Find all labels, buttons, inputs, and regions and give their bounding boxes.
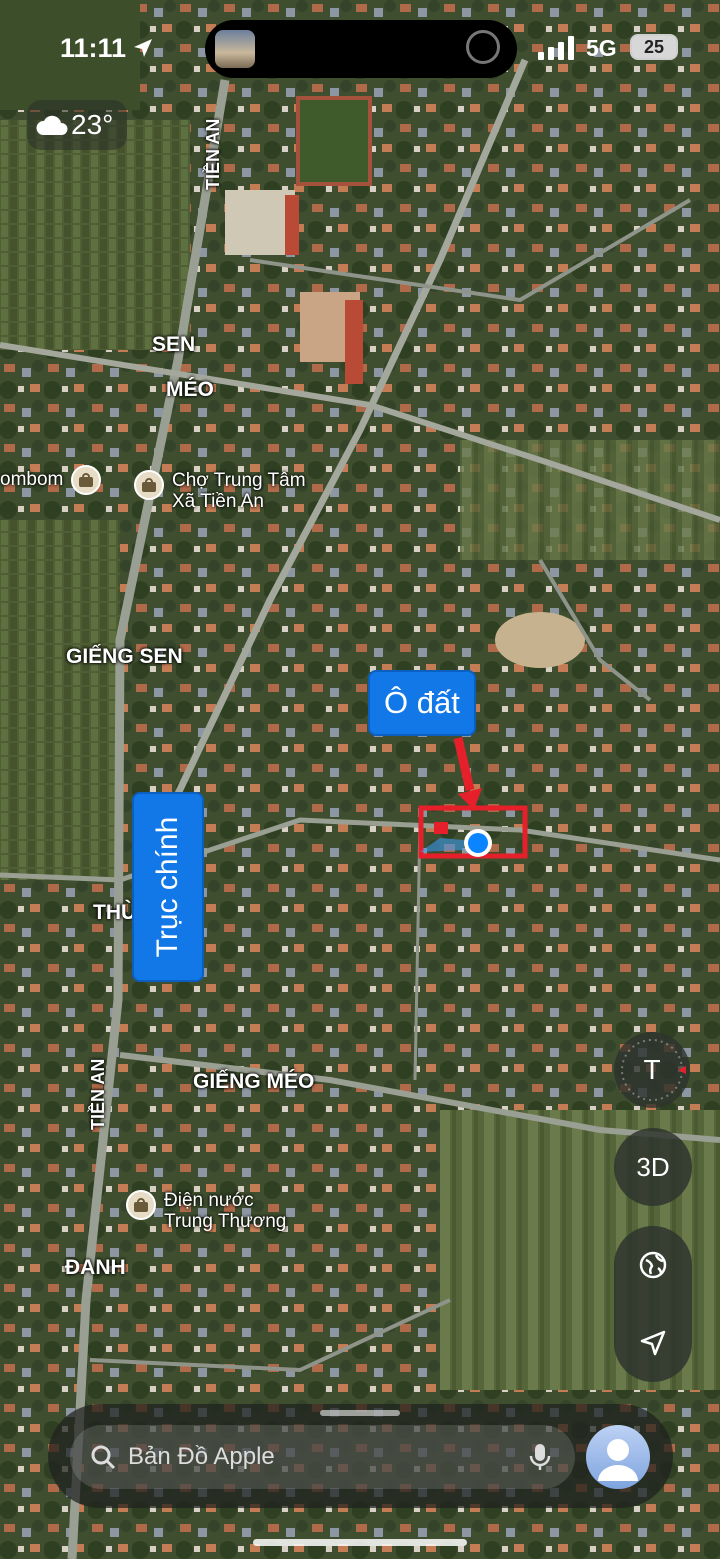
home-indicator[interactable] bbox=[253, 1539, 467, 1546]
place-label-meo: MÉO bbox=[166, 378, 214, 401]
now-playing-thumbnail bbox=[215, 30, 255, 68]
poi-cho-trung-tam[interactable]: Chợ Trung Tâm Xã Tiền An bbox=[134, 470, 306, 512]
main-road-text: Trục chính bbox=[151, 816, 184, 958]
search-icon bbox=[91, 1445, 116, 1470]
poi-label: Điện nước Trung Thương bbox=[164, 1190, 287, 1232]
road-label-tien-an-top: TIỀN AN bbox=[203, 118, 223, 190]
globe-icon[interactable] bbox=[638, 1250, 668, 1280]
temperature: 23° bbox=[71, 109, 114, 140]
search-placeholder: Bản Đồ Apple bbox=[128, 1443, 275, 1470]
network-type: 5G bbox=[586, 35, 617, 61]
place-label-danh: ĐANH bbox=[65, 1256, 126, 1279]
place-label-gieng-sen: GIẾNG SEN bbox=[66, 645, 183, 668]
lot-label: Ô đất bbox=[368, 670, 476, 736]
cellular-signal-icon bbox=[538, 36, 574, 60]
person-icon bbox=[598, 1439, 638, 1481]
location-services-icon bbox=[134, 39, 152, 57]
main-road-label: Trục chính bbox=[132, 792, 204, 982]
poi-combom[interactable]: ombom bbox=[0, 465, 102, 495]
poi-label: ombom bbox=[0, 469, 64, 490]
cloud-icon bbox=[36, 115, 68, 135]
location-arrow-icon[interactable] bbox=[638, 1328, 668, 1358]
weather-chip[interactable]: 23° bbox=[27, 100, 127, 150]
sheet-grabber[interactable] bbox=[320, 1410, 400, 1416]
battery-level: 25 bbox=[630, 34, 678, 60]
place-label-gieng-meo: GIẾNG MÉO bbox=[193, 1070, 315, 1093]
shopping-bag-icon bbox=[134, 470, 164, 500]
satellite-map[interactable] bbox=[0, 0, 720, 1559]
recording-indicator-icon bbox=[466, 30, 500, 64]
poi-label: Chợ Trung Tâm Xã Tiền An bbox=[172, 470, 306, 512]
view-3d-button[interactable]: 3D bbox=[614, 1128, 692, 1206]
status-time: 11:11 bbox=[60, 33, 127, 63]
map-options-pill bbox=[614, 1226, 692, 1382]
shopping-bag-icon bbox=[71, 465, 102, 495]
compass-button[interactable]: T bbox=[614, 1032, 690, 1108]
search-bar[interactable]: Bản Đồ Apple bbox=[70, 1425, 575, 1489]
poi-dien-nuoc[interactable]: Điện nước Trung Thương bbox=[126, 1190, 286, 1232]
road-label-tien-an-bottom: TIỀN AN bbox=[88, 1058, 108, 1130]
shopping-bag-icon bbox=[126, 1190, 156, 1220]
microphone-icon[interactable] bbox=[529, 1442, 551, 1472]
profile-avatar[interactable] bbox=[586, 1425, 650, 1489]
place-label-thu: THÙ bbox=[93, 901, 137, 924]
place-label-sen: SEN bbox=[152, 333, 196, 356]
compass-letter: T bbox=[643, 1054, 661, 1085]
